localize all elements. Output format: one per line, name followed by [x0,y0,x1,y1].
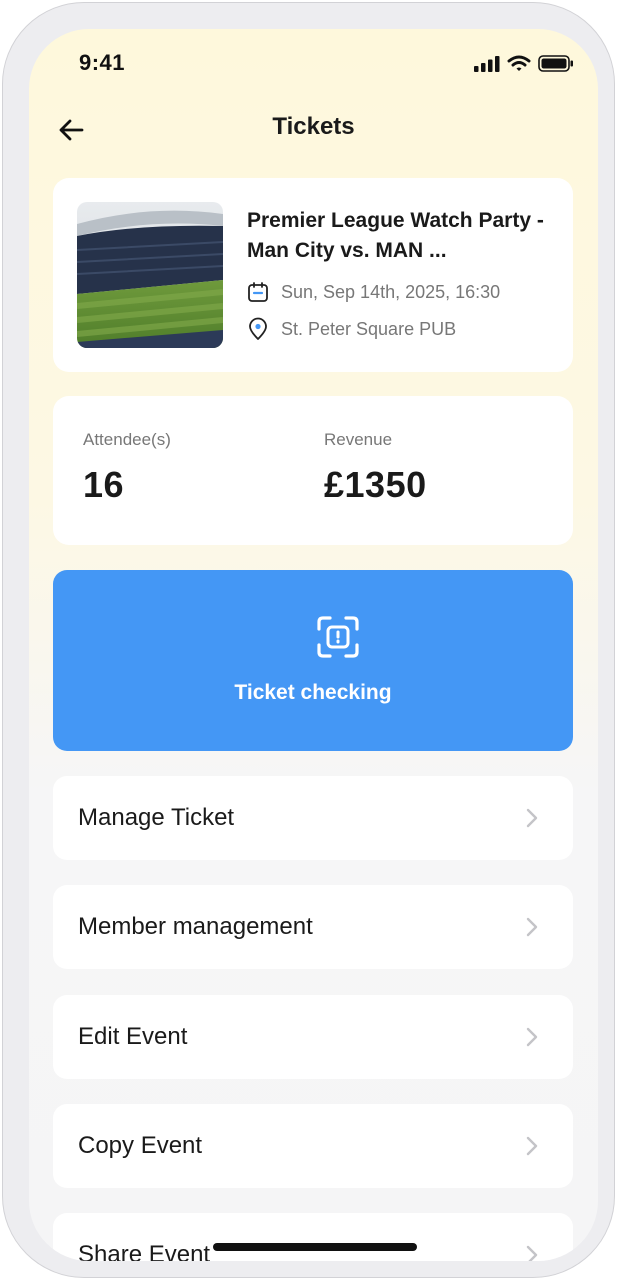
ticket-checking-label: Ticket checking [234,681,392,704]
wifi-icon [507,55,531,71]
status-time: 9:41 [79,50,126,75]
page-title: Tickets [272,113,355,140]
menu-item-label: Copy Event [78,1132,203,1159]
status-bar: 9:41 [29,29,598,99]
ticket-checking-button[interactable]: Ticket checking [53,570,573,751]
phone-frame: 9:41 Tickets Premier League Watch Party … [2,2,615,1278]
revenue-value: £1350 [324,464,427,505]
menu-item-edit-event[interactable]: Edit Event [53,995,573,1079]
menu-item-member-management[interactable]: Member management [53,885,573,969]
attendees-value: 16 [83,464,125,505]
chevron-right-icon [526,808,538,828]
chevron-right-icon [526,917,538,937]
battery-icon [538,55,573,72]
menu-item-copy-event[interactable]: Copy Event [53,1104,573,1188]
menu-item-share-event[interactable]: Share Event [53,1213,573,1261]
menu-item-label: Edit Event [78,1023,188,1050]
event-card[interactable]: Premier League Watch Party - Man City vs… [53,178,573,372]
chevron-right-icon [526,1136,538,1156]
event-location: St. Peter Square PUB [281,318,457,339]
location-pin-icon [249,317,267,340]
event-date-row: Sun, Sep 14th, 2025, 16:30 [247,281,500,303]
chevron-right-icon [526,1245,538,1261]
menu-item-label: Manage Ticket [78,804,235,831]
menu-item-manage-ticket[interactable]: Manage Ticket [53,776,573,860]
home-indicator[interactable] [213,1243,417,1251]
event-location-row: St. Peter Square PUB [247,317,456,341]
event-title: Premier League Watch Party - Man City vs… [247,209,544,262]
attendees-label: Attendee(s) [83,430,171,449]
menu-item-label: Member management [78,913,313,940]
cellular-signal-icon [474,55,500,72]
status-icons [474,55,574,72]
revenue-label: Revenue [324,430,393,449]
scan-icon [317,616,359,658]
nav-header: Tickets [29,107,598,151]
attendees-stat: Attendee(s) 16 [83,430,171,506]
stats-card: Attendee(s) 16 Revenue £1350 [53,396,573,545]
calendar-icon [248,282,268,302]
chevron-right-icon [526,1027,538,1047]
event-date: Sun, Sep 14th, 2025, 16:30 [281,281,501,302]
event-thumbnail [77,202,223,348]
revenue-stat: Revenue £1350 [324,430,427,506]
app-screen: 9:41 Tickets Premier League Watch Party … [29,29,598,1261]
menu-item-label: Share Event [78,1241,211,1261]
